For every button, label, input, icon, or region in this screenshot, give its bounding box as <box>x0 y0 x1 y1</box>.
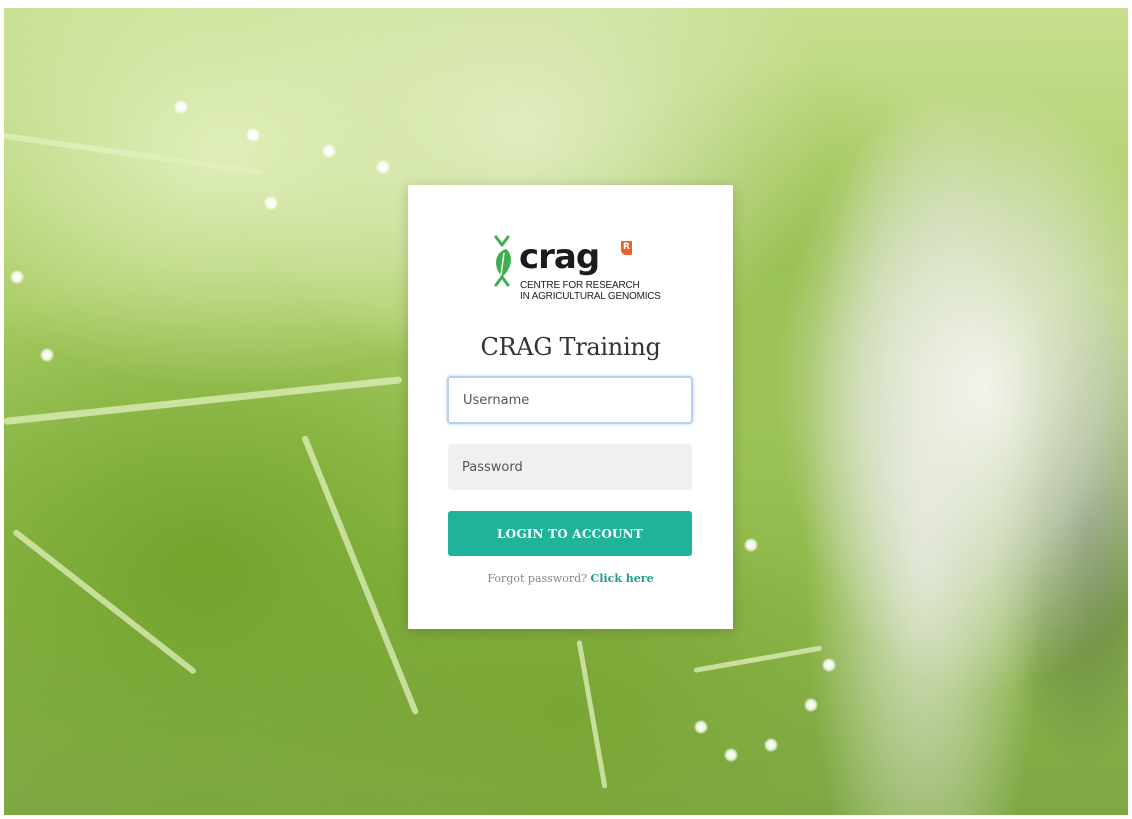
username-input[interactable] <box>447 376 693 424</box>
password-input[interactable] <box>448 444 692 490</box>
login-card: crag R CENTRE FOR RESEARCH IN AGRICULTUR… <box>408 185 733 629</box>
brand-subtitle-line2: IN AGRICULTURAL GENOMICS <box>520 291 661 302</box>
login-button[interactable]: LOGIN TO ACCOUNT <box>448 511 692 556</box>
brand-subtitle-line1: CENTRE FOR RESEARCH <box>520 280 640 291</box>
forgot-password-link[interactable]: Click here <box>591 572 654 585</box>
forgot-password-text: Forgot password? <box>487 572 588 585</box>
brand-wordmark: crag <box>519 237 600 277</box>
crag-logo: crag R CENTRE FOR RESEARCH IN AGRICULTUR… <box>488 235 661 307</box>
registered-badge: R <box>621 241 632 255</box>
page-title: CRAG Training <box>480 333 661 361</box>
forgot-password: Forgot password? Click here <box>408 572 733 585</box>
